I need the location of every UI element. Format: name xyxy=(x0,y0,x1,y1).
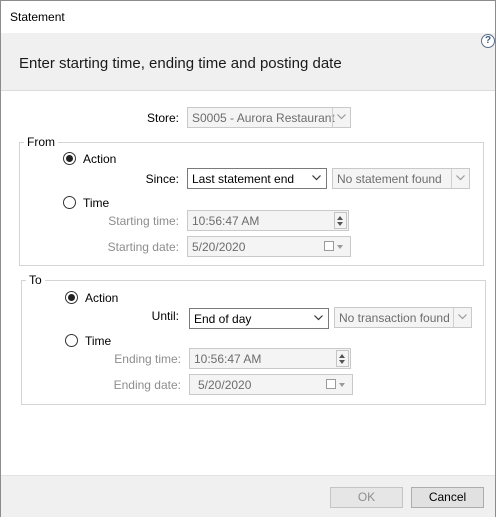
store-value: S0005 - Aurora Restaurant xyxy=(192,111,335,125)
starting-date-label: Starting date: xyxy=(107,240,179,254)
since-select[interactable]: Last statement end xyxy=(187,168,327,189)
help-icon[interactable]: ? xyxy=(481,34,495,48)
header-panel: ? Enter starting time, ending time and p… xyxy=(1,33,495,91)
transaction-status-select[interactable]: No transaction found xyxy=(334,307,472,328)
ending-time-label: Ending time: xyxy=(114,352,181,366)
chevron-down-icon[interactable] xyxy=(451,169,469,188)
chevron-down-icon[interactable] xyxy=(308,169,326,188)
to-action-label[interactable]: Action xyxy=(85,291,118,305)
statement-status-select[interactable]: No statement found xyxy=(332,168,470,189)
until-label: Until: xyxy=(151,309,179,323)
window-title: Statement xyxy=(10,10,65,24)
from-action-radio[interactable] xyxy=(63,152,76,165)
statement-dialog: Statement ? Enter starting time, ending … xyxy=(0,0,496,517)
title-bar: Statement xyxy=(1,1,495,33)
calendar-icon[interactable] xyxy=(324,241,345,253)
page-title: Enter starting time, ending time and pos… xyxy=(19,55,342,72)
from-action-label[interactable]: Action xyxy=(83,152,116,166)
ok-button[interactable]: OK xyxy=(330,487,403,508)
to-time-radio[interactable] xyxy=(65,334,78,347)
chevron-down-icon[interactable] xyxy=(310,309,328,328)
calendar-icon[interactable] xyxy=(326,379,347,391)
chevron-down-icon[interactable] xyxy=(453,308,471,327)
until-select[interactable]: End of day xyxy=(189,308,329,329)
radio-selected-dot xyxy=(66,155,73,162)
ending-date-label: Ending date: xyxy=(113,378,181,392)
to-time-label[interactable]: Time xyxy=(85,334,111,348)
to-legend: To xyxy=(26,273,45,287)
starting-date-picker[interactable]: 5/20/2020 xyxy=(187,236,351,257)
button-bar: OK Cancel xyxy=(1,475,495,517)
since-label: Since: xyxy=(145,172,179,186)
starting-date-value: 5/20/2020 xyxy=(192,240,246,254)
starting-time-label: Starting time: xyxy=(108,214,179,228)
from-legend: From xyxy=(24,135,58,149)
spin-arrows-icon[interactable] xyxy=(336,350,349,367)
ending-time-input[interactable]: 10:56:47 AM xyxy=(189,348,351,369)
chevron-down-icon[interactable] xyxy=(332,108,350,127)
to-action-radio[interactable] xyxy=(65,291,78,304)
transaction-status-value: No transaction found xyxy=(339,311,450,325)
store-label: Store: xyxy=(146,111,179,125)
cancel-button[interactable]: Cancel xyxy=(411,487,484,508)
ending-time-value: 10:56:47 AM xyxy=(194,352,262,366)
statement-status-value: No statement found xyxy=(337,172,442,186)
starting-time-input[interactable]: 10:56:47 AM xyxy=(187,210,349,231)
starting-time-value: 10:56:47 AM xyxy=(192,214,260,228)
from-time-label[interactable]: Time xyxy=(83,196,109,210)
store-select[interactable]: S0005 - Aurora Restaurant xyxy=(187,107,351,128)
ending-date-value: 5/20/2020 xyxy=(198,378,252,392)
since-value: Last statement end xyxy=(192,172,295,186)
until-value: End of day xyxy=(194,312,252,326)
spin-arrows-icon[interactable] xyxy=(334,212,347,229)
ending-date-picker[interactable]: 5/20/2020 xyxy=(189,374,353,395)
from-time-radio[interactable] xyxy=(63,196,76,209)
radio-selected-dot xyxy=(68,294,75,301)
